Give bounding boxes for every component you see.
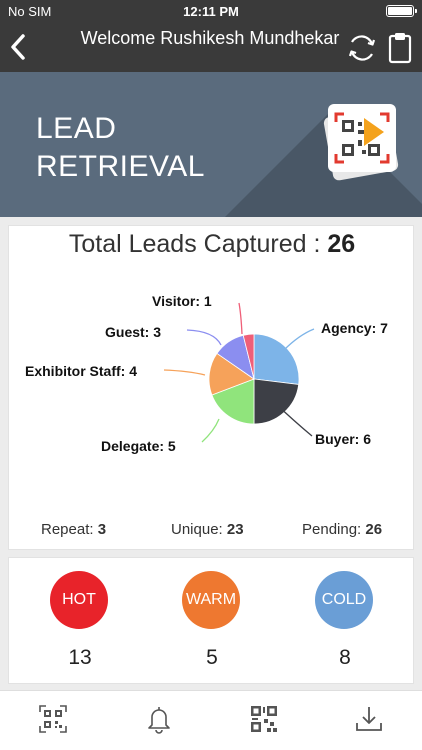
- bottom-tab-bar: [0, 690, 422, 750]
- lead-retrieval-banner: LEAD RETRIEVAL: [0, 72, 422, 217]
- warm-count: 5: [206, 646, 218, 669]
- header-title: Welcome Rushikesh Mundhekar: [80, 28, 340, 48]
- lead-temperature-card: HOT 13 WARM 5 COLD 8: [8, 557, 414, 684]
- total-leads-card: Total Leads Captured : 26 Agency: 7 Buye…: [8, 225, 414, 550]
- sync-icon: [348, 35, 376, 61]
- guest-leader-line: [186, 329, 222, 346]
- warm-button[interactable]: WARM: [182, 571, 240, 629]
- cold-count: 8: [339, 646, 351, 669]
- clipboard-button[interactable]: [388, 31, 412, 64]
- hot-button[interactable]: HOT: [50, 571, 108, 629]
- battery-icon: [386, 5, 417, 17]
- qr-code-icon: [251, 706, 277, 732]
- qr-scan-icon: [39, 705, 67, 733]
- total-leads-title: Total Leads Captured : 26: [9, 230, 415, 259]
- repeat-label: Repeat:: [41, 521, 98, 538]
- repeat-stat: Repeat: 3: [41, 521, 106, 538]
- sync-button[interactable]: [346, 32, 378, 64]
- pie-slice-buyer: [253, 378, 300, 425]
- buyer-label: Buyer: 6: [315, 431, 371, 447]
- top-bar: No SIM 12:11 PM Welcome Rushikesh Mundhe…: [0, 0, 422, 72]
- banner-title-line1: LEAD: [36, 112, 117, 145]
- status-bar: No SIM 12:11 PM: [0, 0, 422, 22]
- visitor-leader-line: [238, 302, 243, 335]
- total-leads-count: 26: [327, 230, 356, 258]
- tab-my-qr[interactable]: [248, 703, 280, 735]
- tab-notifications[interactable]: [143, 703, 175, 735]
- unique-label: Unique:: [171, 521, 227, 538]
- buyer-leader-line: [274, 402, 313, 437]
- download-icon: [356, 707, 382, 731]
- exhibitor-staff-label: Exhibitor Staff: 4: [25, 363, 137, 379]
- pending-label: Pending:: [302, 521, 366, 538]
- bell-icon: [148, 707, 170, 734]
- unique-value: 23: [226, 521, 244, 538]
- agency-leader-line: [283, 328, 315, 351]
- pending-stat: Pending: 26: [302, 521, 382, 538]
- tab-export[interactable]: [353, 703, 385, 735]
- unique-stat: Unique: 23: [171, 521, 244, 538]
- exhibitor-leader-line: [163, 369, 206, 376]
- repeat-value: 3: [97, 521, 107, 538]
- cold-button[interactable]: COLD: [315, 571, 373, 629]
- clipboard-icon: [388, 33, 412, 64]
- total-leads-label: Total Leads Captured :: [68, 230, 328, 258]
- hot-count: 13: [68, 646, 92, 669]
- pending-value: 26: [365, 521, 383, 538]
- visitor-label: Visitor: 1: [152, 293, 212, 309]
- agency-label: Agency: 7: [321, 320, 388, 336]
- chevron-left-icon: [11, 34, 25, 60]
- back-button[interactable]: [6, 32, 32, 62]
- banner-title-line2: RETRIEVAL: [36, 150, 205, 183]
- delegate-leader-line: [201, 418, 220, 443]
- lead-type-pie-chart: Agency: 7 Buyer: 6 Delegate: 5 Exhibitor…: [25, 293, 388, 454]
- tab-scan[interactable]: [37, 703, 69, 735]
- qr-play-icon: [323, 104, 399, 181]
- pie-slice-agency: [253, 333, 300, 385]
- status-time: 12:11 PM: [183, 4, 239, 19]
- delegate-label: Delegate: 5: [101, 438, 176, 454]
- banner-title: LEAD RETRIEVAL: [36, 110, 205, 186]
- guest-label: Guest: 3: [105, 324, 161, 340]
